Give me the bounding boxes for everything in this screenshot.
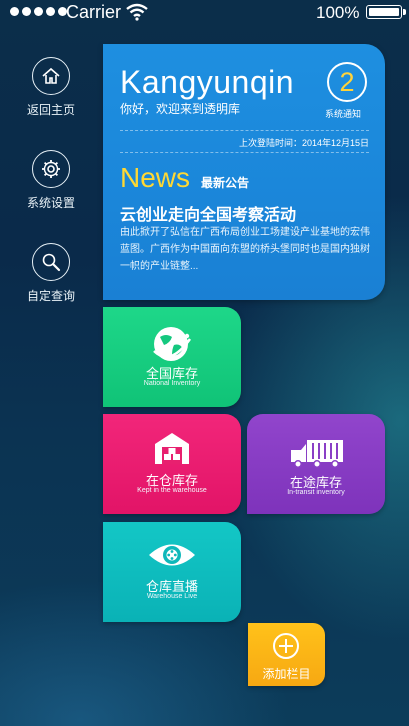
tile-warehouse-live[interactable]: 仓库直播 Warehouse Live: [103, 522, 241, 622]
status-bar: Carrier 100%: [0, 0, 409, 26]
tile-subtitle: National Inventory: [143, 380, 201, 387]
tile-warehouse-stock[interactable]: 在仓库存 Kept in the warehouse: [103, 414, 241, 514]
truck-icon: [291, 440, 343, 468]
divider: [120, 130, 369, 131]
signal-dot: [10, 7, 19, 16]
news-heading: News: [120, 162, 191, 193]
notification-badge[interactable]: 2: [327, 62, 367, 102]
add-column-button[interactable]: 添加栏目: [248, 623, 325, 686]
tile-subtitle: Warehouse Live: [146, 593, 198, 600]
tile-national-inventory[interactable]: 全国库存 National Inventory: [103, 307, 241, 407]
news-subtitle: 最新公告: [201, 176, 250, 190]
sidebar-item-label: 返回主页: [26, 103, 75, 117]
globe-icon: [153, 327, 192, 361]
eye-camera-icon: [149, 544, 195, 566]
tile-in-transit-stock[interactable]: 在途库存 In-transit inventory: [247, 414, 385, 514]
signal-dot: [46, 7, 55, 16]
news-summary: 由此掀开了弘信在广西布局创业工场建设产业基地的宏伟蓝图。广西作为中国面向东盟的桥…: [120, 227, 370, 272]
welcome-text: 你好，欢迎来到透明库: [120, 102, 241, 116]
divider: [120, 152, 369, 153]
plus-circle-icon: [273, 633, 299, 659]
sidebar-item-label: 系统设置: [26, 196, 75, 210]
battery-percent: 100%: [316, 3, 360, 22]
home-icon: [32, 57, 70, 95]
add-column-label: 添加栏目: [262, 667, 311, 681]
signal-dot: [22, 7, 31, 16]
news-headline[interactable]: 云创业走向全国考察活动: [120, 201, 296, 225]
signal-dot: [34, 7, 43, 16]
tile-subtitle: In-transit inventory: [287, 489, 345, 496]
carrier-name: Carrier: [66, 2, 122, 22]
warehouse-icon: [155, 433, 189, 464]
sidebar-item-home[interactable]: 返回主页: [0, 57, 102, 118]
gear-icon: [32, 150, 70, 188]
sidebar-item-settings[interactable]: 系统设置: [0, 150, 102, 211]
signal-dots: [10, 7, 67, 16]
search-icon: [32, 243, 70, 281]
notification-label[interactable]: 系统通知: [325, 107, 361, 120]
last-login-text: 上次登陆时间：2014年12月15日: [238, 138, 369, 148]
battery-icon: [366, 5, 406, 19]
brand-title: Kangyunqin: [120, 64, 295, 100]
sidebar-item-label: 自定查询: [26, 289, 75, 303]
sidebar-item-query[interactable]: 自定查询: [0, 243, 102, 304]
news-card[interactable]: Kangyunqin 你好，欢迎来到透明库 2 系统通知 上次登陆时间：2014…: [103, 44, 385, 300]
wifi-icon: [126, 3, 148, 21]
tile-subtitle: Kept in the warehouse: [137, 487, 207, 494]
